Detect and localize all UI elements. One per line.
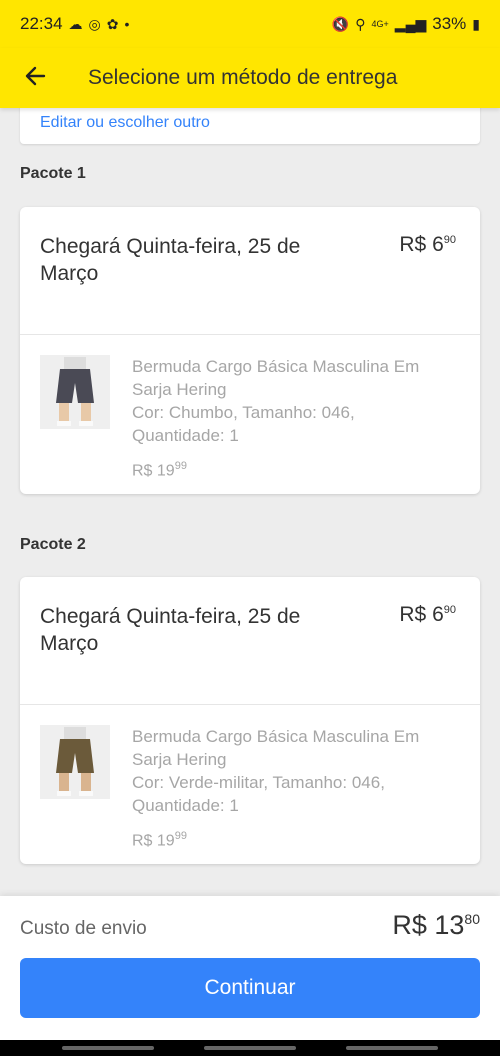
delivery-date: Chegará Quinta-feira, 25 de Março: [40, 235, 301, 285]
mute-icon: 🔇: [331, 15, 350, 32]
nav-back[interactable]: [346, 1046, 438, 1050]
shipping-cost-label: Custo de envio: [20, 918, 147, 939]
instagram-icon: ◎: [88, 15, 101, 32]
package-card: Chegará Quinta-feira, 25 de Março R$ 690…: [20, 207, 480, 494]
dot-icon: •: [124, 16, 130, 32]
network-icon: 4G+: [371, 19, 389, 29]
product-info: Bermuda Cargo Básica Masculina Em Sarja …: [132, 355, 452, 482]
battery-icon: ▮: [472, 15, 480, 32]
product-price: R$ 1999: [132, 830, 187, 850]
package-label: Pacote 2: [20, 536, 86, 553]
shipping-price: R$ 690: [399, 603, 456, 626]
shipping-total: R$ 1380: [392, 910, 480, 940]
delivery-header: Chegará Quinta-feira, 25 de Março R$ 690: [20, 207, 480, 335]
package-label: Pacote 1: [20, 165, 86, 182]
continue-button[interactable]: Continuar: [20, 958, 480, 1018]
summary-footer: Custo de envio R$ 1380 Continuar: [0, 896, 500, 1040]
product-name: Bermuda Cargo Básica Masculina Em Sarja …: [132, 727, 420, 769]
delivery-date: Chegará Quinta-feira, 25 de Março: [40, 605, 301, 655]
product-image: [40, 355, 110, 429]
address-card: Editar ou escolher outro: [20, 108, 480, 144]
status-time: 22:34: [20, 14, 63, 33]
location-icon: ⚲: [355, 15, 366, 32]
product-image: [40, 725, 110, 799]
product-details: Cor: Chumbo, Tamanho: 046, Quantidade: 1: [132, 403, 355, 445]
app-icon: ✿: [106, 15, 119, 32]
status-bar: 22:34 ☁ ◎ ✿ • 🔇 ⚲ 4G+ ▂▄▆ 33% ▮: [0, 0, 500, 48]
product-price: R$ 1999: [132, 460, 187, 480]
back-button[interactable]: [0, 48, 70, 108]
arrow-left-icon: [24, 62, 46, 94]
product-name: Bermuda Cargo Básica Masculina Em Sarja …: [132, 357, 420, 399]
battery-level: 33%: [432, 14, 467, 33]
delivery-header: Chegará Quinta-feira, 25 de Março R$ 690: [20, 577, 480, 705]
cloud-icon: ☁: [68, 15, 83, 32]
page-title: Selecione um método de entrega: [88, 66, 398, 89]
signal-icon: ▂▄▆: [394, 15, 427, 32]
edit-address-link[interactable]: Editar ou escolher outro: [40, 114, 210, 132]
system-nav-bar: [0, 1040, 500, 1056]
product-info: Bermuda Cargo Básica Masculina Em Sarja …: [132, 725, 452, 852]
scroll-content[interactable]: Editar ou escolher outro Pacote 1 Chegar…: [0, 108, 500, 896]
nav-home[interactable]: [204, 1046, 296, 1050]
product-details: Cor: Verde-militar, Tamanho: 046, Quanti…: [132, 773, 385, 815]
package-card: Chegará Quinta-feira, 25 de Março R$ 690…: [20, 577, 480, 864]
app-bar: Selecione um método de entrega: [0, 48, 500, 108]
nav-recents[interactable]: [62, 1046, 154, 1050]
shipping-price: R$ 690: [399, 233, 456, 256]
